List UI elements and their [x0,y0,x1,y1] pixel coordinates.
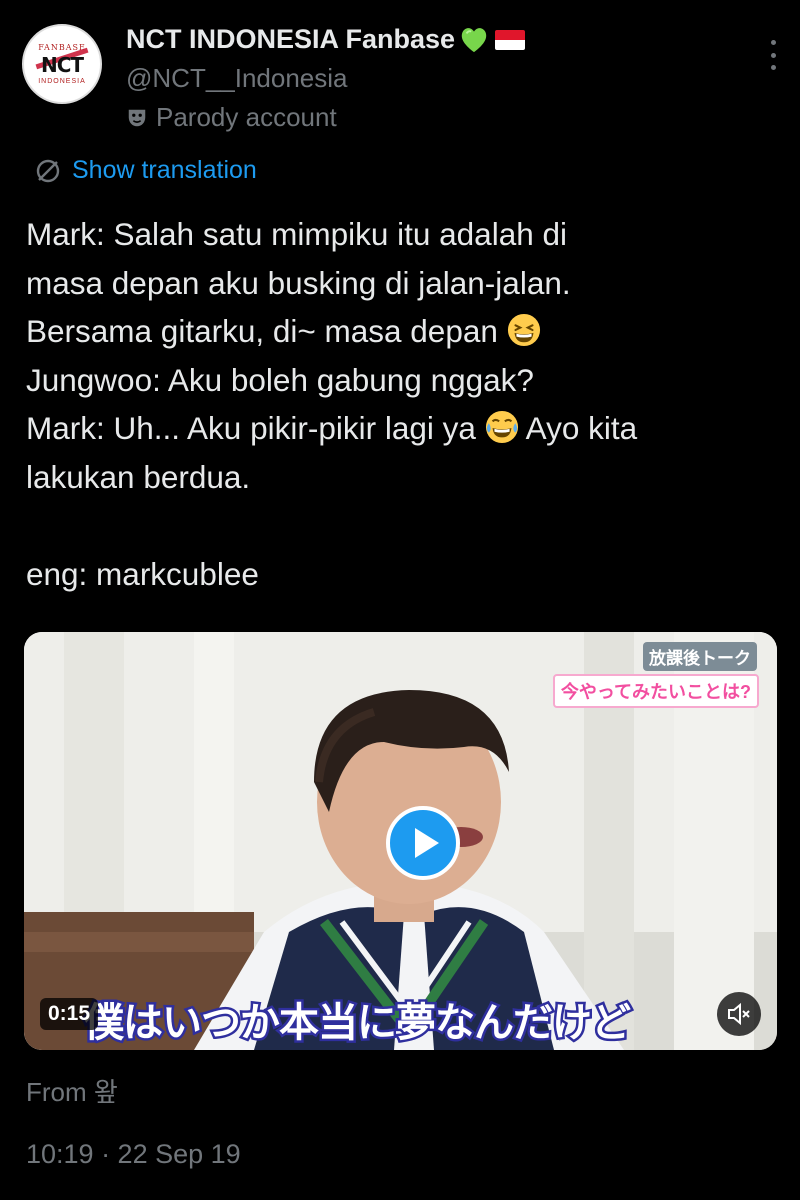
more-options-icon[interactable] [768,40,778,70]
tweet-line: Mark: Salah satu mimpiku itu adalah di [26,216,568,252]
program-question-tag: 今やってみたいことは? [552,674,759,708]
parody-label: Parody account [126,102,337,133]
video-subtitle: 僕はいつか本当に夢なんだけど [82,998,634,1049]
author-avatar[interactable]: FANBASE NCT INDONESIA [22,24,102,104]
parody-label-text: Parody account [156,102,337,132]
indonesia-flag-icon [495,29,526,50]
tweet-timestamp[interactable]: 10:19 · 22 Sep 19 [26,1139,241,1170]
show-translation-label[interactable]: Show translation [72,156,257,185]
show-translation-link[interactable]: Show translation [34,156,257,185]
author-name-row[interactable]: NCT INDONESIA Fanbase [126,24,526,55]
theater-masks-icon [128,109,146,126]
green-heart-icon [461,27,487,52]
source-label: From 왚 [26,1077,118,1107]
speaker-muted-icon [728,1002,750,1026]
tweet-line: Jungwoo: Aku boleh gabung nggak? [26,361,534,398]
video-player[interactable]: 放課後トーク 今やってみたいことは? 僕はいつか本当に夢なんだけど 0:15 [24,632,777,1050]
avatar-text-main: NCT [40,53,84,77]
tweet-line: Mark: Uh... Aku pikir-pikir lagi ya Ayo … [26,410,638,447]
tweet-header: FANBASE NCT INDONESIA NCT INDONESIA Fanb… [22,18,782,138]
mute-button[interactable] [717,992,761,1036]
tweet-body: Mark: Salah satu mimpiku itu adalah di m… [26,210,776,599]
grinning-squinting-face-icon [507,314,540,347]
program-title-tag: 放課後トーク [643,642,757,671]
play-button[interactable] [386,806,460,880]
author-handle[interactable]: @NCT__Indonesia [126,63,348,94]
tweet-line: Bersama gitarku, di~ masa depan [26,307,776,356]
avatar-text-bottom: INDONESIA [38,78,86,85]
tears-of-joy-face-icon [485,411,518,444]
translate-globe-icon [36,159,60,182]
tweet-line: masa depan aku busking di jalan-jalan. [26,264,571,301]
video-duration: 0:15 [40,998,99,1030]
tweet-credit-line: eng: markcublee [26,556,259,593]
tweet-line: lakukan berdua. [26,458,251,495]
author-display-name[interactable]: NCT INDONESIA Fanbase [126,24,455,55]
